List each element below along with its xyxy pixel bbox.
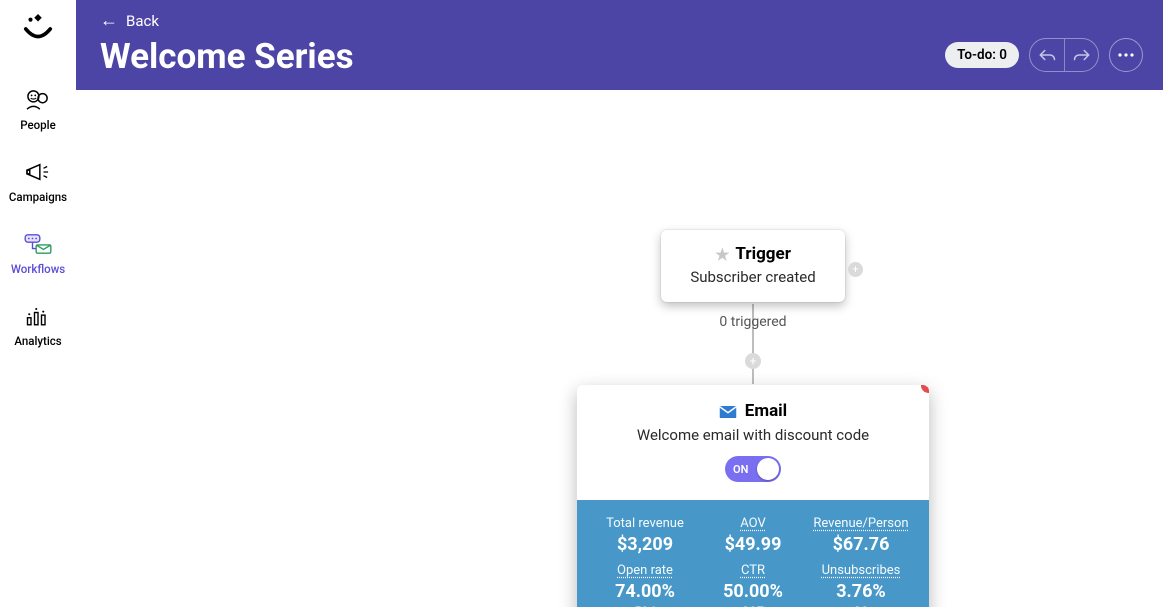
back-link[interactable]: ← Back [100, 8, 159, 34]
stat-ctr: CTR 50.00% 297 [699, 563, 807, 607]
stat-value: 50.00% [699, 581, 807, 602]
sidebar-item-people[interactable]: People [0, 74, 76, 146]
mail-icon [719, 404, 737, 418]
stat-total-revenue: Total revenue $3,209 [591, 516, 699, 555]
workflow-canvas[interactable]: + ★ Trigger Subscriber created + 0 trigg… [76, 90, 1163, 607]
stat-label: CTR [699, 563, 807, 578]
toggle-knob [757, 458, 779, 480]
trigger-subtitle: Subscriber created [677, 268, 829, 286]
sidebar-item-analytics[interactable]: Analytics [0, 290, 76, 362]
stat-revenue-person: Revenue/Person $67.76 [807, 516, 915, 555]
stat-value: 3.76% [807, 581, 915, 602]
sidebar-item-label: Analytics [14, 334, 61, 348]
email-enabled-toggle[interactable]: ON [725, 456, 781, 482]
email-subtitle: Welcome email with discount code [595, 426, 911, 444]
more-menu-button[interactable] [1109, 38, 1143, 72]
sidebar-item-label: Workflows [11, 262, 65, 276]
trigger-node[interactable]: ★ Trigger Subscriber created + [661, 230, 845, 302]
sidebar: People Campaigns [0, 0, 76, 607]
stat-aov: AOV $49.99 [699, 516, 807, 555]
analytics-icon [23, 304, 53, 328]
stat-value: $49.99 [699, 534, 807, 555]
stat-label: AOV [699, 516, 807, 531]
stat-value: $67.76 [807, 534, 915, 555]
stat-label: Unsubscribes [807, 563, 915, 578]
app-logo[interactable] [21, 12, 55, 46]
star-icon: ★ [715, 245, 729, 264]
megaphone-icon [23, 160, 53, 184]
sidebar-item-workflows[interactable]: Workflows [0, 218, 76, 290]
back-label: Back [126, 12, 159, 30]
sidebar-item-campaigns[interactable]: Campaigns [0, 146, 76, 218]
stat-label: Revenue/Person [807, 516, 915, 531]
email-stats-panel: Total revenue $3,209 AOV $49.99 Revenue/… [577, 500, 929, 607]
add-trigger-button[interactable]: + [848, 262, 863, 277]
stat-value: $3,209 [591, 534, 699, 555]
add-step-button[interactable]: + [745, 353, 761, 369]
stat-value: 74.00% [591, 581, 699, 602]
stat-unsubscribes: Unsubscribes 3.76% 30 [807, 563, 915, 607]
arrow-left-icon: ← [100, 12, 118, 30]
trigger-count: 0 triggered [661, 314, 845, 330]
stat-label: Open rate [591, 563, 699, 578]
email-title: Email [745, 401, 787, 421]
todo-pill[interactable]: To-do: 0 [945, 42, 1019, 68]
redo-button[interactable] [1064, 39, 1098, 71]
sidebar-item-label: Campaigns [9, 190, 67, 204]
undo-button[interactable] [1030, 39, 1064, 71]
stat-open-rate: Open rate 74.00% 594 [591, 563, 699, 607]
trigger-title: Trigger [735, 244, 791, 264]
stat-label: Total revenue [591, 516, 699, 531]
undo-redo-group [1029, 38, 1099, 72]
sidebar-item-label: People [20, 118, 56, 132]
toggle-label: ON [733, 463, 748, 476]
workflows-icon [23, 232, 53, 256]
people-icon [23, 88, 53, 112]
email-node[interactable]: × Email Welcome email with discount code… [577, 385, 929, 607]
page-header: ← Back Welcome Series To-do: 0 [76, 0, 1163, 90]
